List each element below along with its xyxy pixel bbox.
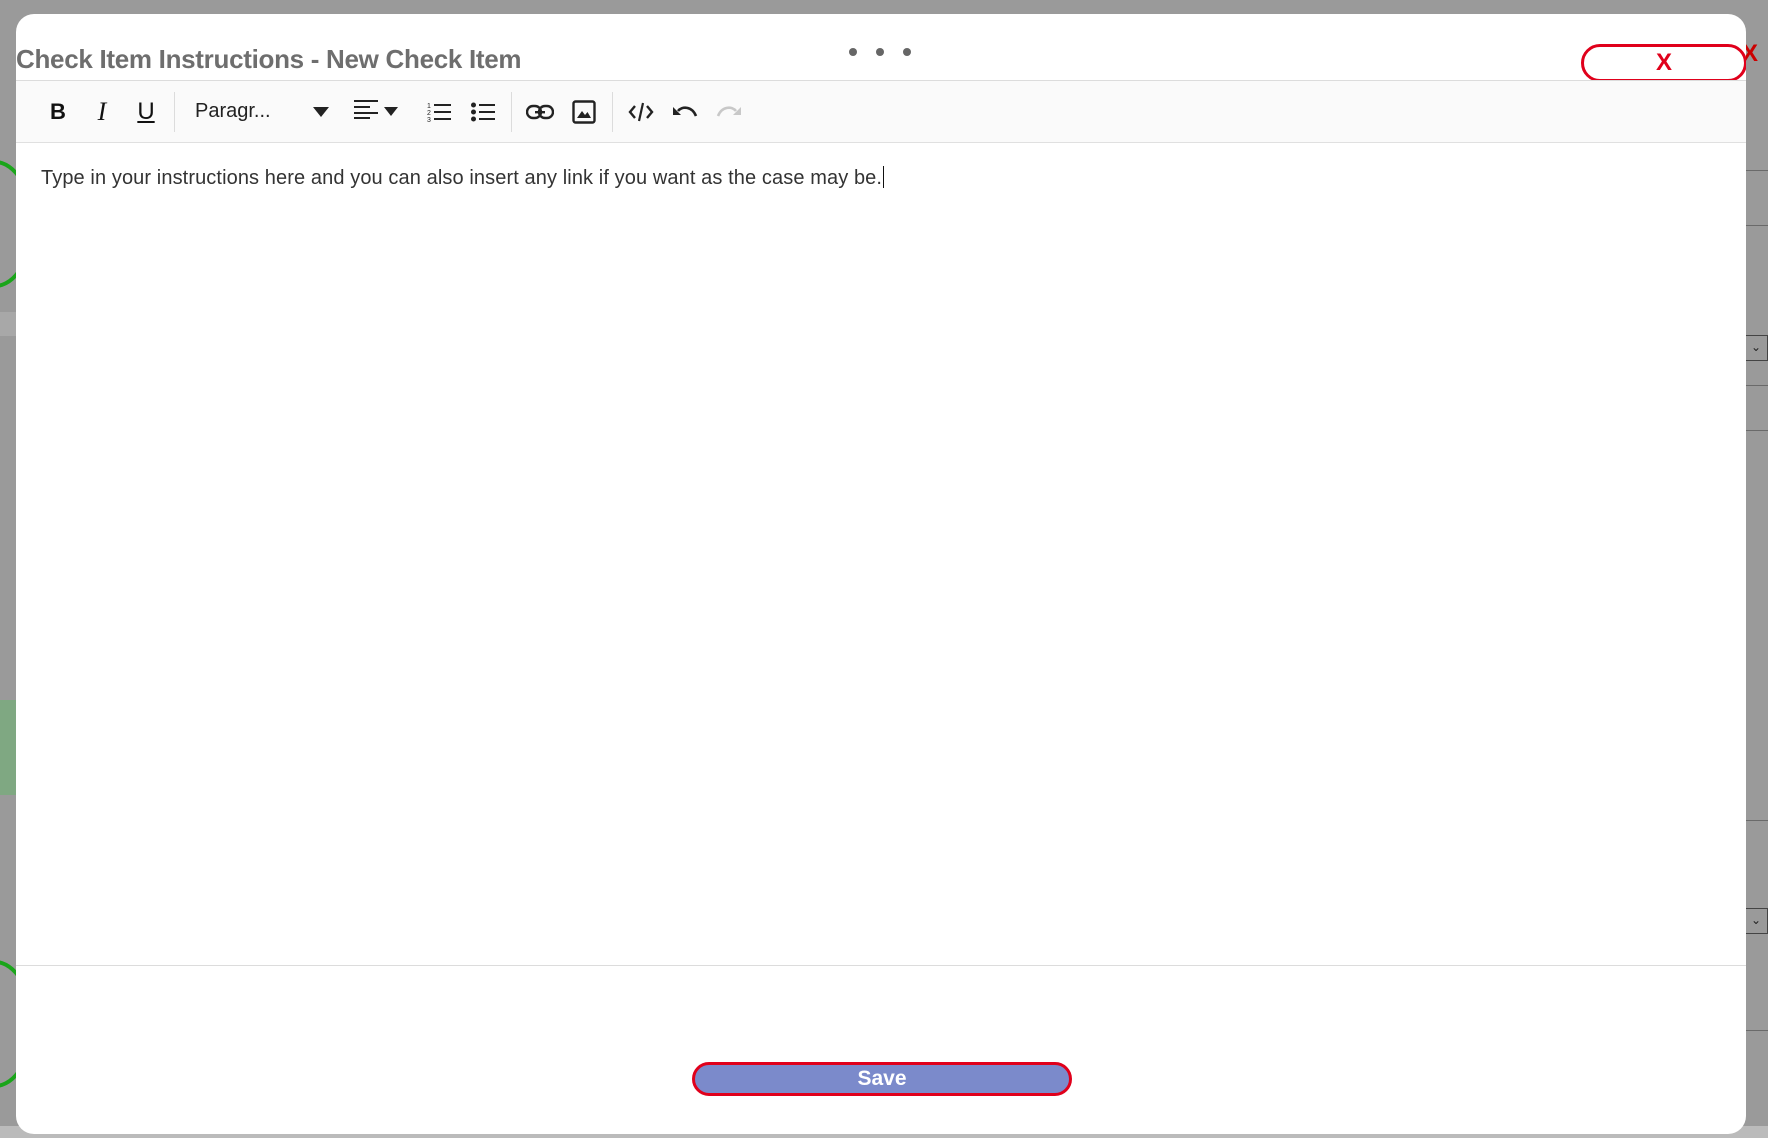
svg-text:2: 2 [427,110,431,117]
editor-content[interactable]: Type in your instructions here and you c… [16,143,1746,213]
bulleted-list-button[interactable] [461,92,505,132]
background-divider [1746,820,1768,821]
close-button[interactable]: X [1581,44,1746,82]
align-left-icon [354,99,378,124]
background-divider [1746,170,1768,171]
dot-icon [876,48,884,56]
background-divider [1746,225,1768,226]
bulleted-list-icon [471,102,495,122]
numbered-list-icon: 1 2 3 [427,101,451,123]
bold-icon: B [50,98,66,124]
toolbar-separator [511,91,512,132]
code-view-button[interactable] [619,92,663,132]
image-icon [572,99,596,124]
toolbar-separator [612,91,613,132]
background-strip [0,312,16,336]
undo-button[interactable] [663,92,707,132]
editor-toolbar: B I U Paragr... 1 2 3 [16,81,1746,143]
background-strip [0,700,16,795]
background-select[interactable]: ⌄ [1744,908,1768,934]
bold-button[interactable]: B [36,92,80,132]
insert-link-button[interactable] [518,92,562,132]
instructions-modal: Check Item Instructions - New Check Item… [16,14,1746,1134]
toolbar-separator [174,91,175,132]
insert-image-button[interactable] [562,92,606,132]
background-divider [1746,1030,1768,1031]
dot-icon [849,48,857,56]
chevron-down-icon [313,100,329,123]
italic-icon: I [97,96,107,126]
redo-icon [716,103,742,121]
svg-text:3: 3 [427,117,431,123]
format-dropdown[interactable]: Paragr... [181,92,341,132]
instructions-text: Type in your instructions here and you c… [41,167,883,189]
undo-icon [672,103,698,121]
svg-text:1: 1 [427,103,431,110]
background-divider [1746,385,1768,386]
link-icon [526,104,554,120]
drag-handle[interactable] [849,48,911,56]
chevron-down-icon [384,103,398,121]
background-divider [1746,430,1768,431]
align-dropdown[interactable] [341,92,411,132]
italic-button[interactable]: I [80,92,124,132]
rich-text-editor: B I U Paragr... 1 2 3 Type in your instr… [16,80,1746,966]
text-caret [883,166,885,188]
background-select[interactable]: ⌄ [1744,335,1768,361]
redo-button[interactable] [707,92,751,132]
modal-title: Check Item Instructions - New Check Item [16,44,522,74]
numbered-list-button[interactable]: 1 2 3 [417,92,461,132]
underline-button[interactable]: U [124,92,168,132]
save-button[interactable]: Save [692,1062,1072,1096]
code-view-icon [628,101,654,123]
dot-icon [903,48,911,56]
underline-icon: U [137,97,155,125]
format-dropdown-value: Paragr... [195,100,271,122]
